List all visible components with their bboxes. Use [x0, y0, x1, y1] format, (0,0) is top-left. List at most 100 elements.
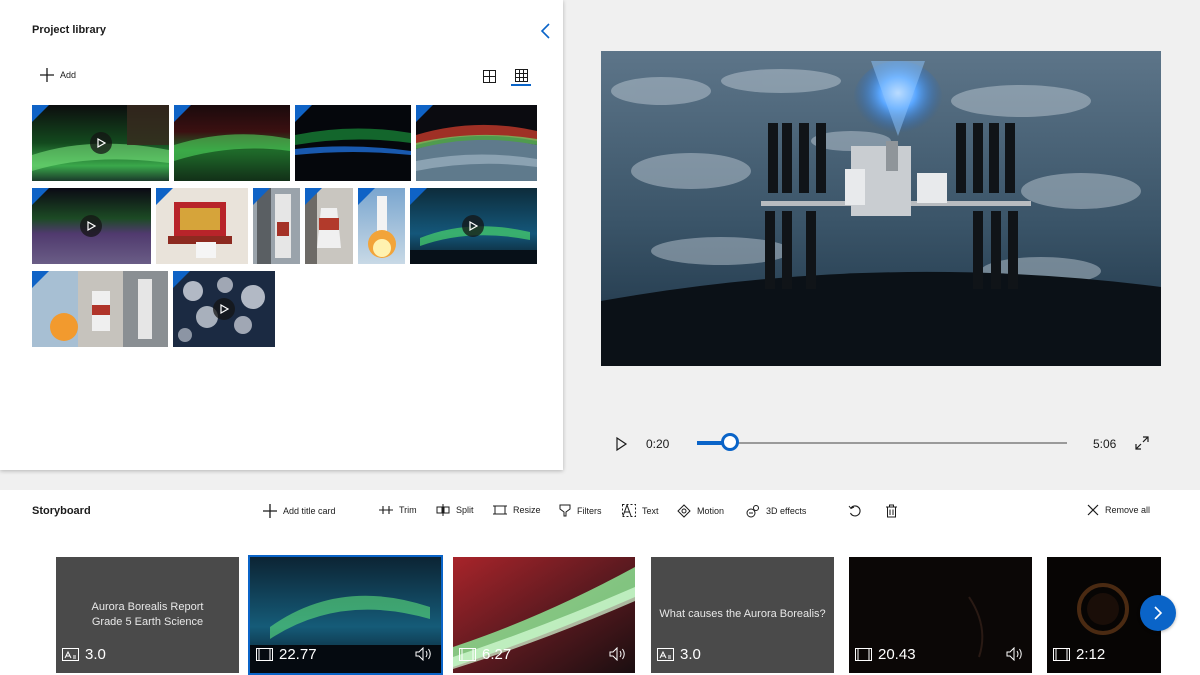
- motion-icon: [677, 504, 691, 518]
- storyboard-card-title-4[interactable]: What causes the Aurora Borealis? 3.0: [651, 557, 834, 673]
- remove-all-button[interactable]: Remove all: [1087, 504, 1150, 516]
- library-item-aurora-lake[interactable]: [410, 188, 537, 264]
- card-duration: 2:12: [1053, 646, 1105, 663]
- text-icon: [622, 504, 636, 517]
- trim-icon: [379, 506, 393, 514]
- library-item-launch-collage[interactable]: [32, 271, 168, 347]
- trash-icon: [886, 504, 897, 518]
- speaker-icon: [609, 647, 625, 661]
- library-item-rocket-gantry[interactable]: [253, 188, 300, 264]
- seek-slider[interactable]: [697, 432, 1067, 454]
- card-duration: 3.0: [657, 646, 701, 663]
- title-card-icon: [657, 648, 674, 661]
- library-item-earth-limb[interactable]: [416, 105, 537, 181]
- library-item-rocket-launch[interactable]: [358, 188, 405, 264]
- storyboard-card-video-2[interactable]: 22.77: [248, 555, 443, 675]
- library-item-night-earth[interactable]: [295, 105, 411, 181]
- 3d-effects-label: 3D effects: [766, 506, 807, 516]
- collapse-library-button[interactable]: [538, 22, 554, 40]
- chevron-right-icon: [1154, 606, 1163, 620]
- project-library-panel: Project library Add: [0, 0, 563, 470]
- trim-label: Trim: [399, 505, 417, 515]
- card-title-line: What causes the Aurora Borealis?: [659, 608, 826, 620]
- library-item-aurora-2[interactable]: [174, 105, 290, 181]
- library-item-aurora-purple[interactable]: [32, 188, 151, 264]
- card-duration: 20.43: [855, 646, 916, 663]
- speaker-icon: [1006, 647, 1022, 661]
- split-button[interactable]: Split: [436, 504, 474, 516]
- scroll-right-button[interactable]: [1140, 595, 1176, 631]
- video-clip-icon: [459, 648, 476, 661]
- rotate-button[interactable]: [848, 504, 862, 518]
- add-title-card-button[interactable]: Add title card: [263, 504, 336, 518]
- card-title-text: What causes the Aurora Borealis?: [651, 607, 834, 622]
- rotate-icon: [848, 505, 861, 517]
- storyboard-card-video-3[interactable]: 6.27: [453, 557, 635, 673]
- motion-button[interactable]: Motion: [677, 504, 724, 518]
- play-icon: [616, 436, 628, 452]
- play-overlay-icon: [213, 298, 235, 320]
- video-clip-icon: [855, 648, 872, 661]
- play-button[interactable]: [613, 436, 629, 452]
- library-item-lunar-module[interactable]: [156, 188, 248, 264]
- card-duration-value: 20.43: [878, 646, 916, 663]
- storyboard-title: Storyboard: [32, 505, 91, 517]
- library-item-rocket-closeup[interactable]: [305, 188, 353, 264]
- title-card-icon: [62, 648, 79, 661]
- large-thumbnails-view-button[interactable]: [479, 66, 499, 86]
- fullscreen-button[interactable]: [1135, 436, 1149, 450]
- card-title-text: Aurora Borealis Report Grade 5 Earth Sci…: [56, 600, 239, 630]
- grid-large-icon: [482, 69, 496, 83]
- seek-track: [697, 442, 1067, 444]
- motion-label: Motion: [697, 506, 725, 516]
- video-clip-icon: [1053, 648, 1070, 661]
- add-title-card-label: Add title card: [283, 506, 336, 516]
- card-duration-value: 3.0: [680, 646, 701, 663]
- seek-thumb[interactable]: [721, 433, 740, 451]
- storyboard-card-title-1[interactable]: Aurora Borealis Report Grade 5 Earth Sci…: [56, 557, 239, 673]
- add-media-button[interactable]: Add: [40, 67, 76, 83]
- plus-icon: [263, 504, 277, 518]
- card-duration-value: 6.27: [482, 646, 512, 663]
- trim-button[interactable]: Trim: [379, 504, 417, 516]
- card-duration-value: 22.77: [279, 646, 317, 663]
- split-icon: [436, 504, 450, 516]
- play-overlay-icon: [90, 132, 112, 154]
- resize-icon: [493, 505, 507, 515]
- add-label: Add: [60, 70, 77, 80]
- card-duration: 6.27: [459, 646, 511, 663]
- total-time: 5:06: [1093, 437, 1117, 451]
- storyboard-card-video-5[interactable]: 20.43: [849, 557, 1032, 673]
- storyboard-panel: Storyboard Add title card Trim Split Res…: [0, 490, 1200, 675]
- filters-label: Filters: [577, 505, 602, 516]
- play-overlay-icon: [462, 215, 484, 237]
- text-label: Text: [642, 505, 659, 516]
- card-duration-value: 2:12: [1076, 646, 1106, 663]
- expand-icon: [1135, 436, 1149, 450]
- filters-icon: [559, 504, 571, 517]
- resize-button[interactable]: Resize: [493, 504, 541, 516]
- video-clip-icon: [256, 648, 273, 661]
- filters-button[interactable]: Filters: [559, 504, 602, 517]
- grid-small-icon: [514, 68, 528, 82]
- library-item-earth-clouds[interactable]: [173, 271, 275, 347]
- video-preview[interactable]: [601, 51, 1161, 366]
- plus-icon: [40, 68, 54, 82]
- split-label: Split: [456, 505, 474, 515]
- remove-all-label: Remove all: [1105, 505, 1151, 515]
- chevron-left-icon: [540, 23, 550, 39]
- speaker-icon: [415, 647, 431, 661]
- card-duration: 22.77: [256, 646, 317, 663]
- resize-label: Resize: [513, 505, 541, 515]
- small-thumbnails-view-button[interactable]: [511, 66, 531, 86]
- library-item-aurora-1[interactable]: [32, 105, 169, 181]
- card-duration-value: 3.0: [85, 646, 106, 663]
- play-overlay-icon: [80, 215, 102, 237]
- 3d-effects-button[interactable]: 3D effects: [746, 504, 806, 518]
- card-title-line: Aurora Borealis Report: [91, 601, 204, 613]
- delete-button[interactable]: [885, 504, 898, 518]
- text-button[interactable]: Text: [622, 504, 659, 517]
- card-title-line: Grade 5 Earth Science: [91, 616, 204, 628]
- library-title: Project library: [32, 24, 106, 36]
- 3d-effects-icon: [746, 505, 759, 518]
